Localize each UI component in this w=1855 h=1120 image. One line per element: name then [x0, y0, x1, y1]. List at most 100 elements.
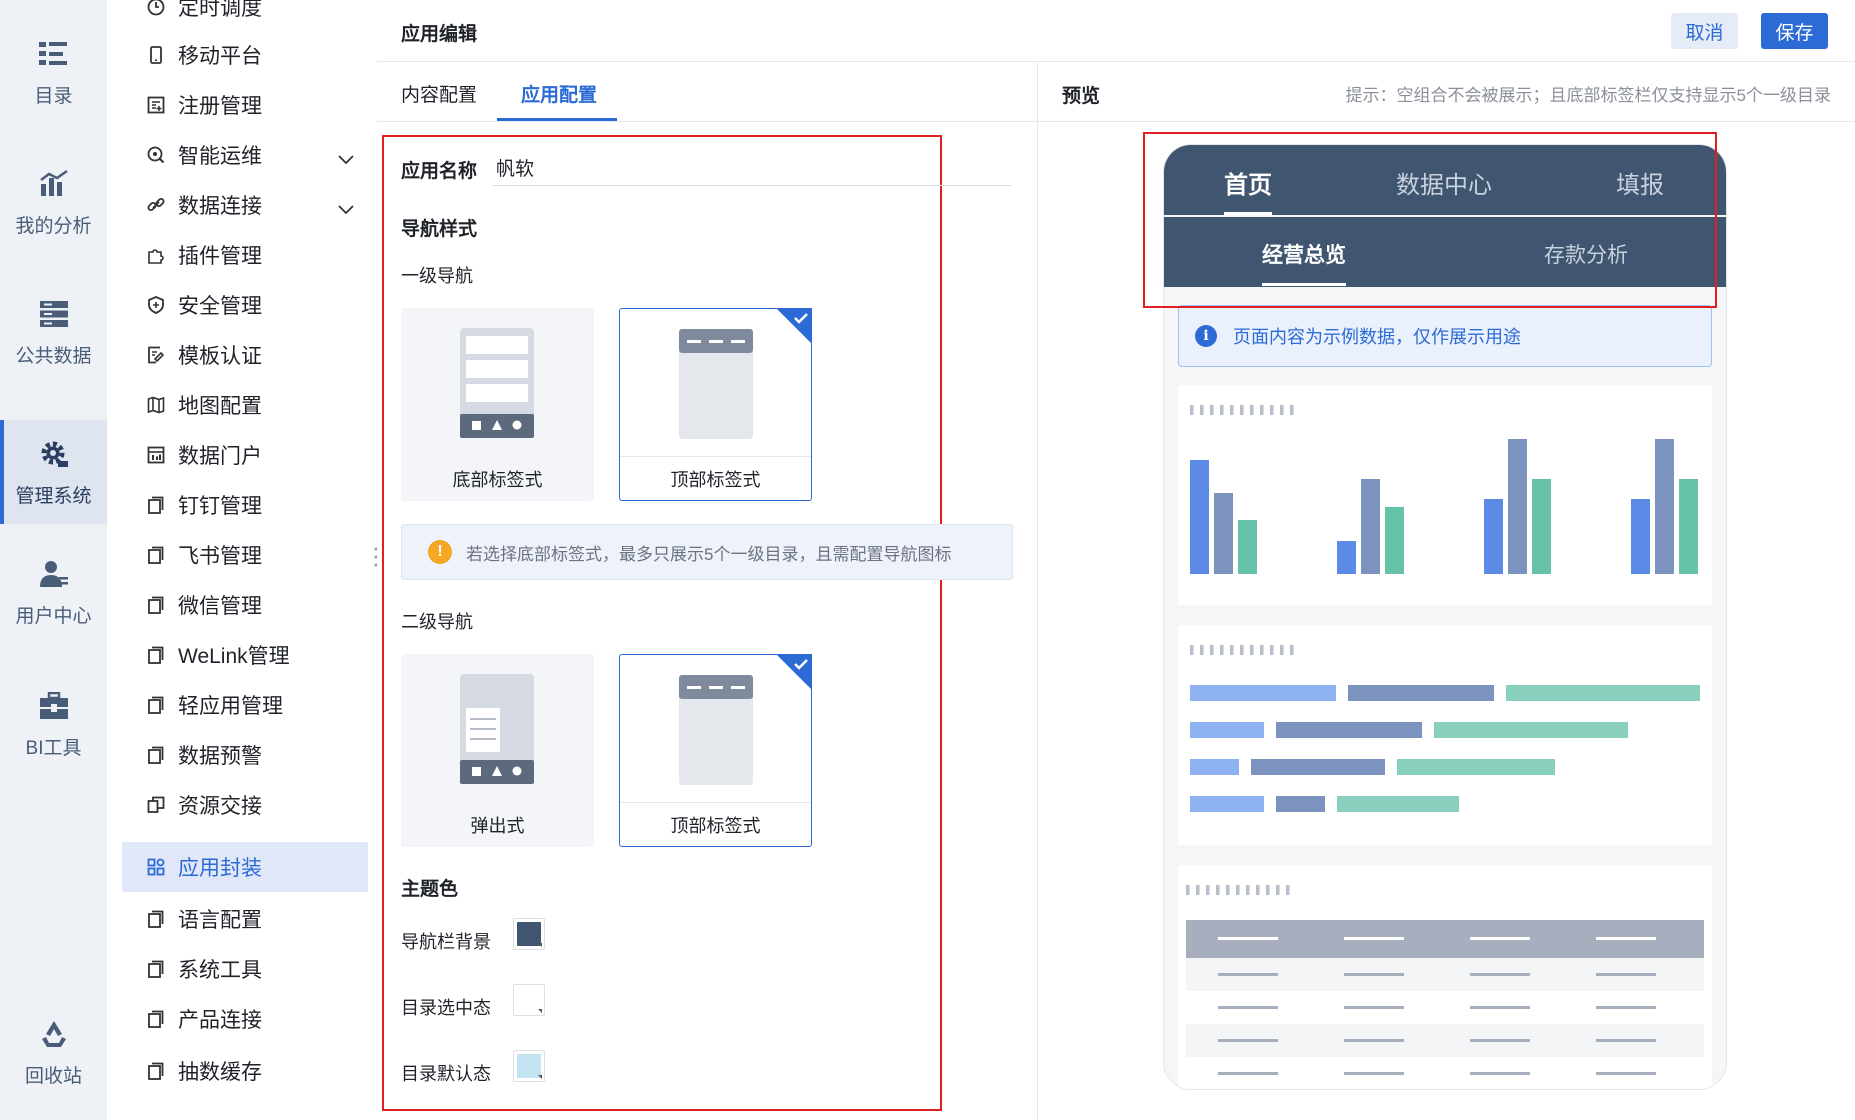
- rail-item-user-center[interactable]: 用户中心: [0, 540, 107, 644]
- editor-header: 应用编辑 取消 保存: [377, 0, 1855, 62]
- app-name-input[interactable]: 帆软: [492, 144, 1012, 186]
- app-root: 目录 我的分析 公共数据 管理系统 用户中心 BI工具 回收站 定时调度 移动平…: [0, 0, 1855, 1120]
- theme-label-nav-bg: 导航栏背景: [401, 932, 491, 952]
- map-icon: [146, 395, 166, 415]
- menu-item-app-packaging[interactable]: 应用封装: [122, 842, 368, 892]
- rail-label: 管理系统: [15, 485, 92, 507]
- option-caption: 顶部标签式: [620, 802, 811, 846]
- menu-item-data-alert[interactable]: 数据预警: [122, 730, 368, 780]
- preview-hint: 提示：空组合不会被展示；且底部标签栏仅支持显示5个一级目录: [1345, 86, 1831, 105]
- menu-item-map-config[interactable]: 地图配置: [122, 380, 368, 430]
- page-icon: [146, 545, 166, 565]
- preview-header: 预览 提示：空组合不会被展示；且底部标签栏仅支持显示5个一级目录: [1038, 62, 1855, 122]
- primary-rail: 目录 我的分析 公共数据 管理系统 用户中心 BI工具 回收站: [0, 0, 107, 1120]
- preview-title: 预览: [1062, 86, 1101, 107]
- bottom-tab-notice: ! 若选择底部标签式，最多只展示5个一级目录，且需配置导航图标: [401, 524, 1013, 580]
- user-icon: [37, 557, 71, 591]
- gear-icon: [37, 437, 71, 471]
- menu-item-product-connection[interactable]: 产品连接: [122, 994, 368, 1044]
- menu-item-registration[interactable]: 注册管理: [122, 80, 368, 130]
- menu-item-schedule[interactable]: 定时调度: [122, 0, 368, 32]
- nav-bg-color-picker[interactable]: [513, 918, 545, 950]
- ops-icon: [146, 145, 166, 165]
- menu-item-template-cert[interactable]: 模板认证: [122, 330, 368, 380]
- theme-label-selected: 目录选中态: [401, 998, 491, 1018]
- level2-option-popup[interactable]: 弹出式: [401, 654, 594, 847]
- sample-data-info: i 页面内容为示例数据，仅作展示用途: [1178, 305, 1712, 367]
- chevron-down-icon[interactable]: [338, 197, 354, 221]
- selected-color-picker[interactable]: [513, 984, 545, 1016]
- menu-item-wechat[interactable]: 微信管理: [122, 580, 368, 630]
- sample-table: [1186, 920, 1704, 1089]
- menu-item-mobile-platform[interactable]: 移动平台: [122, 30, 368, 80]
- catalog-icon: [37, 37, 71, 71]
- selected-check-icon: [776, 308, 812, 344]
- menu-item-extract-cache[interactable]: 抽数缓存: [122, 1046, 368, 1096]
- page-icon: [146, 1061, 166, 1081]
- level2-option-top-tab[interactable]: 顶部标签式: [619, 654, 812, 847]
- rail-item-public-data[interactable]: 公共数据: [0, 280, 107, 384]
- dropdown-caret-icon: [538, 943, 542, 947]
- menu-item-resource-handover[interactable]: 资源交接: [122, 780, 368, 830]
- level2-nav-label: 二级导航: [401, 612, 473, 632]
- menu-item-label: 资源交接: [178, 795, 262, 818]
- handover-icon: [146, 795, 166, 815]
- menu-item-label: 系统工具: [178, 959, 262, 982]
- sample-hbar-card: [1178, 625, 1712, 845]
- warning-icon: !: [428, 540, 452, 564]
- rail-item-bi-tools[interactable]: BI工具: [0, 672, 107, 776]
- menu-item-data-connection[interactable]: 数据连接: [122, 180, 368, 230]
- page-icon: [146, 1009, 166, 1029]
- level1-option-bottom-tab[interactable]: 底部标签式: [401, 308, 594, 501]
- rail-item-analysis[interactable]: 我的分析: [0, 150, 107, 254]
- dropdown-caret-icon: [538, 1009, 542, 1013]
- menu-item-feishu[interactable]: 飞书管理: [122, 530, 368, 580]
- menu-item-label: 应用封装: [178, 857, 262, 880]
- menu-item-dingtalk[interactable]: 钉钉管理: [122, 480, 368, 530]
- menu-item-data-portal[interactable]: 数据门户: [122, 430, 368, 480]
- chevron-down-icon[interactable]: [338, 147, 354, 171]
- page-icon: [146, 495, 166, 515]
- rail-item-catalog[interactable]: 目录: [0, 20, 107, 124]
- database-icon: [37, 297, 71, 331]
- tab-app-config[interactable]: 应用配置: [521, 80, 597, 107]
- rail-label: 用户中心: [15, 605, 92, 627]
- editor-main: 应用编辑 取消 保存 内容配置 应用配置 应用名称 帆软 导航样式 一级导航 底…: [377, 0, 1855, 1120]
- menu-item-plugins[interactable]: 插件管理: [122, 230, 368, 280]
- menu-item-label: 数据门户: [178, 445, 262, 468]
- bottom-tab-thumbnail: [460, 328, 534, 443]
- theme-label-default: 目录默认态: [401, 1064, 491, 1084]
- tab-content-config[interactable]: 内容配置: [401, 80, 477, 107]
- menu-item-label: 定时调度: [178, 0, 262, 20]
- menu-item-smart-ops[interactable]: 智能运维: [122, 130, 368, 180]
- rail-label: 我的分析: [15, 215, 92, 237]
- secondary-menu: 定时调度 移动平台 注册管理 智能运维 数据连接 插件管理 安全管理 模板认证 …: [107, 0, 377, 1120]
- app-config-form: 应用名称 帆软 导航样式 一级导航 底部标签式 顶部标签式 ! 若选择底部标签式…: [377, 122, 1037, 1120]
- menu-item-label: 抽数缓存: [178, 1061, 262, 1084]
- menu-item-system-tools[interactable]: 系统工具: [122, 944, 368, 994]
- dropdown-caret-icon: [538, 1075, 542, 1079]
- rail-label: 目录: [34, 85, 73, 107]
- page-icon: [146, 595, 166, 615]
- certificate-icon: [146, 345, 166, 365]
- notice-text: 若选择底部标签式，最多只展示5个一级目录，且需配置导航图标: [466, 544, 952, 564]
- cancel-button[interactable]: 取消: [1671, 13, 1738, 49]
- level1-nav-label: 一级导航: [401, 266, 473, 286]
- menu-item-light-app[interactable]: 轻应用管理: [122, 680, 368, 730]
- default-color-picker[interactable]: [513, 1050, 545, 1082]
- menu-item-welink[interactable]: WeLink管理: [122, 630, 368, 680]
- clock-icon: [146, 0, 166, 17]
- menu-item-label: 安全管理: [178, 295, 262, 318]
- rail-item-admin[interactable]: 管理系统: [0, 420, 107, 524]
- save-button[interactable]: 保存: [1761, 13, 1828, 49]
- menu-item-language[interactable]: 语言配置: [122, 894, 368, 944]
- app-name-label: 应用名称: [401, 161, 478, 182]
- shield-icon: [146, 295, 166, 315]
- rail-item-recycle[interactable]: 回收站: [0, 1000, 107, 1104]
- sample-bar-chart: [1190, 439, 1698, 574]
- mobile-icon: [146, 45, 166, 65]
- menu-item-security[interactable]: 安全管理: [122, 280, 368, 330]
- level1-option-top-tab[interactable]: 顶部标签式: [619, 308, 812, 501]
- menu-item-label: WeLink管理: [178, 645, 290, 668]
- analysis-icon: [37, 167, 71, 201]
